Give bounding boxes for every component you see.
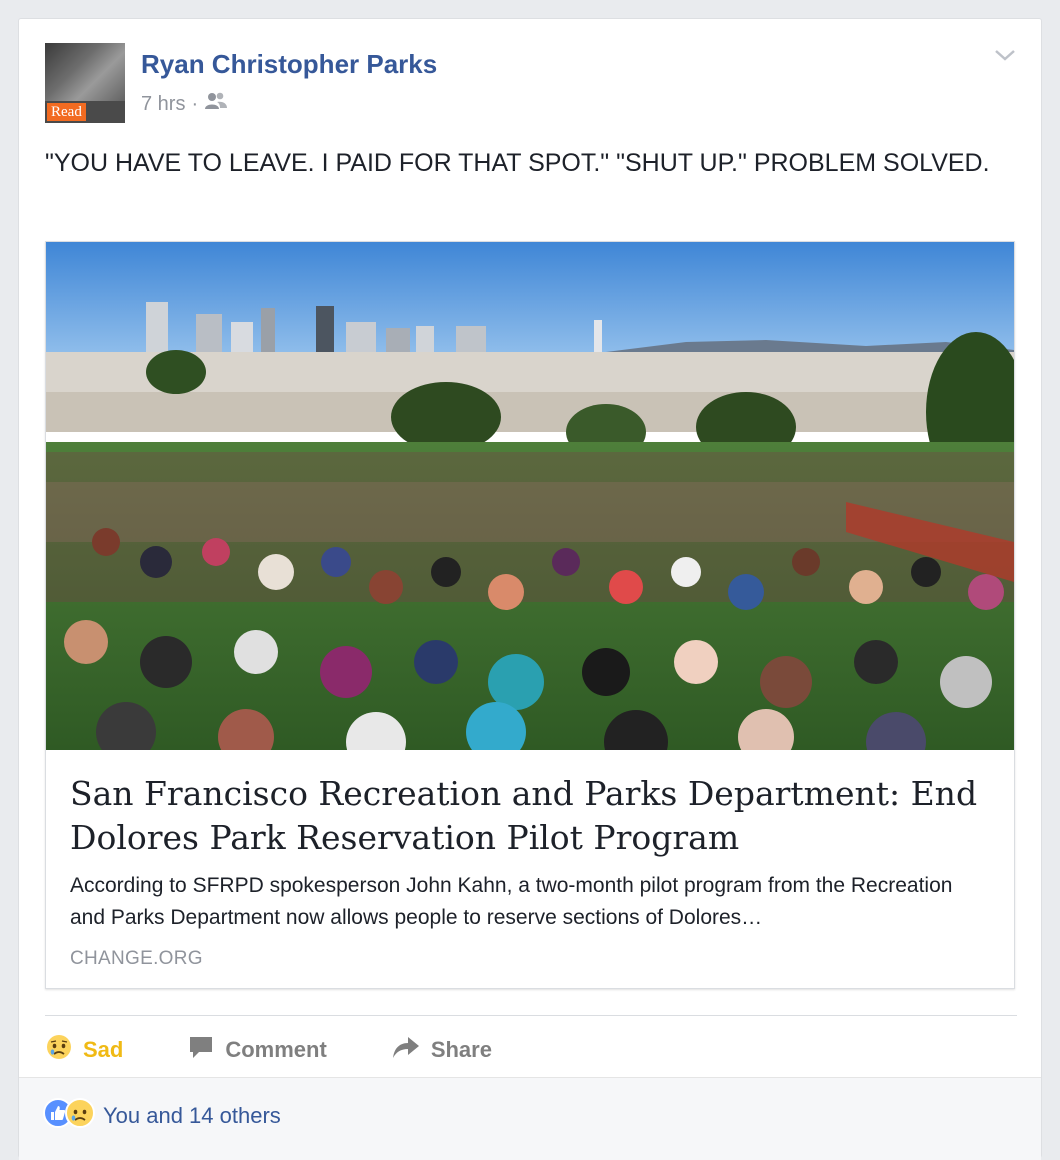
link-description: According to SFRPD spokesperson John Kah… bbox=[70, 870, 990, 934]
friends-icon[interactable] bbox=[204, 91, 228, 117]
author-avatar[interactable]: Read bbox=[45, 43, 125, 123]
sad-icon bbox=[45, 1033, 83, 1067]
share-icon bbox=[391, 1033, 431, 1067]
sad-icon bbox=[65, 1098, 95, 1133]
reaction-summary[interactable]: You and 14 others bbox=[43, 1098, 281, 1133]
author-name[interactable]: Ryan Christopher Parks bbox=[141, 49, 437, 80]
share-label: Share bbox=[430, 1037, 492, 1062]
meta-separator: · bbox=[191, 92, 199, 115]
post-meta: 7 hrs · bbox=[141, 91, 228, 117]
share-button[interactable]: Share bbox=[391, 1033, 492, 1067]
sad-label: Sad bbox=[83, 1037, 124, 1062]
post-card: Read Ryan Christopher Parks 7 hrs · "YOU… bbox=[18, 18, 1042, 1160]
reaction-names: You and 14 others bbox=[103, 1102, 281, 1128]
comment-label: Comment bbox=[225, 1037, 327, 1062]
comment-button[interactable]: Comment bbox=[187, 1033, 327, 1067]
link-domain: CHANGE.ORG bbox=[70, 948, 203, 969]
sad-reaction-button[interactable]: Sad bbox=[45, 1033, 123, 1067]
post-timestamp[interactable]: 7 hrs bbox=[141, 93, 185, 116]
comment-icon bbox=[187, 1033, 225, 1067]
link-title[interactable]: San Francisco Recreation and Parks Depar… bbox=[70, 772, 990, 860]
link-description-text: According to SFRPD spokesperson John Kah… bbox=[70, 874, 953, 929]
avatar-badge: Read bbox=[47, 103, 86, 121]
action-bar: Sad Comment Share bbox=[45, 1029, 556, 1071]
reactions-footer: You and 14 others bbox=[19, 1077, 1041, 1160]
link-preview[interactable]: San Francisco Recreation and Parks Depar… bbox=[45, 241, 1015, 989]
link-preview-image bbox=[46, 242, 1014, 750]
link-preview-body: San Francisco Recreation and Parks Depar… bbox=[46, 750, 1014, 988]
chevron-down-icon[interactable] bbox=[993, 47, 1017, 63]
post-text: "YOU HAVE TO LEAVE. I PAID FOR THAT SPOT… bbox=[45, 149, 990, 177]
actions-divider bbox=[45, 1015, 1017, 1016]
